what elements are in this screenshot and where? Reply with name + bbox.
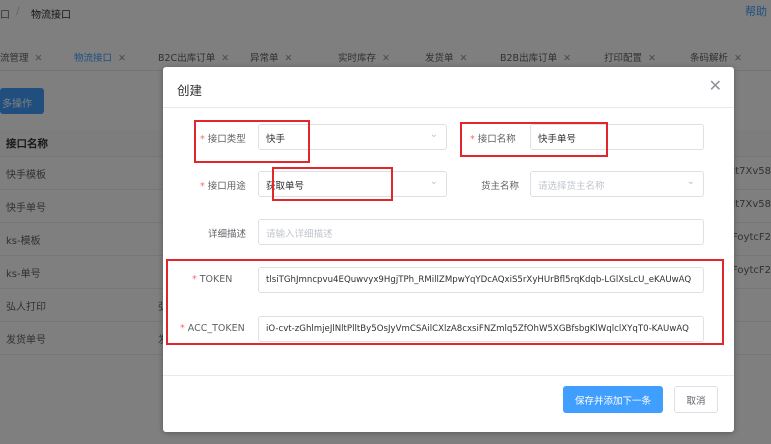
owner-name-label: 货主名称 [481, 181, 520, 192]
highlight-box [460, 122, 608, 157]
close-icon[interactable]: ✕ [709, 76, 722, 95]
interface-use-label: * 接口用途 [200, 181, 246, 192]
chevron-down-icon: ⌄ [429, 176, 438, 187]
description-input[interactable]: 请输入详细描述 [258, 219, 704, 245]
acc-token-input[interactable]: iO-cvt-zGhlmjeJlNltPlltBy5OsJyVmCSAilCXl… [258, 316, 704, 342]
token-input[interactable]: tlsiTGhJmncpvu4EQuwvyx9HgjTPh_RMillZMpwY… [258, 267, 704, 293]
owner-name-select[interactable]: 请选择货主名称 ⌄ [530, 171, 704, 197]
divider [163, 375, 734, 376]
description-label: 详细描述 [208, 229, 247, 240]
dialog-title: 创建 [177, 83, 203, 98]
chevron-down-icon: ⌄ [429, 129, 438, 140]
acc-token-label: * ACC_TOKEN [180, 323, 245, 334]
highlight-box [272, 167, 393, 201]
cancel-button[interactable]: 取消 [674, 386, 718, 413]
create-dialog: 创建 ✕ * 接口类型 快手 ⌄ * 接口名称 快手单号 * 接口用途 获取单号 ⌄ … [163, 67, 734, 432]
chevron-down-icon: ⌄ [686, 176, 695, 187]
token-label: * TOKEN [192, 274, 233, 285]
divider [163, 107, 734, 108]
save-and-add-next-button[interactable]: 保存并添加下一条 [563, 386, 663, 413]
highlight-box [194, 120, 310, 163]
